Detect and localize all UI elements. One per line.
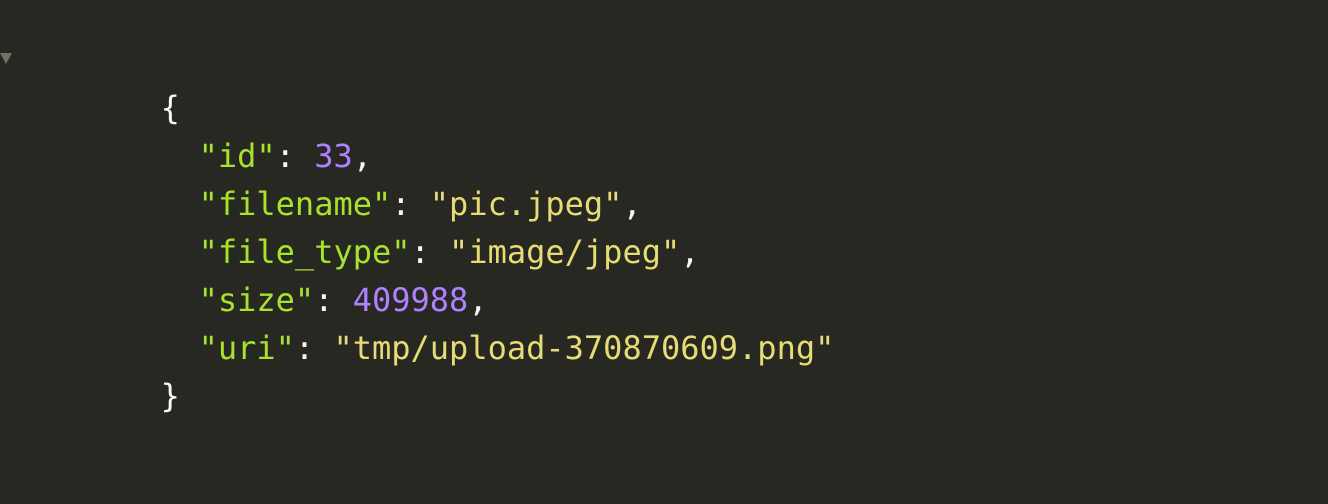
json-viewer: { "id": 33, "filename": "pic.jpeg", "fil… <box>0 0 1328 504</box>
colon: : <box>275 137 315 175</box>
json-value: 409988 <box>352 281 469 319</box>
json-value: "image/jpeg" <box>449 233 681 271</box>
open-brace: { <box>160 89 180 127</box>
colon: : <box>294 329 334 367</box>
comma: , <box>352 137 372 175</box>
json-value: 33 <box>314 137 353 175</box>
comma: , <box>622 185 642 223</box>
json-key: "filename" <box>198 185 392 223</box>
json-key: "size" <box>198 281 315 319</box>
colon: : <box>410 233 450 271</box>
close-brace: } <box>160 377 180 415</box>
json-key: "id" <box>198 137 276 175</box>
json-value: "pic.jpeg" <box>429 185 623 223</box>
collapse-toggle-icon[interactable] <box>0 53 12 64</box>
comma: , <box>680 233 700 271</box>
colon: : <box>391 185 430 223</box>
colon: : <box>314 281 353 319</box>
json-code-block: { "id": 33, "filename": "pic.jpeg", "fil… <box>45 36 835 415</box>
json-value: "tmp/upload-370870609.png" <box>333 329 835 367</box>
comma: , <box>468 281 488 319</box>
json-key: "uri" <box>198 329 295 367</box>
json-open-line: { <box>45 36 834 127</box>
json-key: "file_type" <box>198 233 411 271</box>
